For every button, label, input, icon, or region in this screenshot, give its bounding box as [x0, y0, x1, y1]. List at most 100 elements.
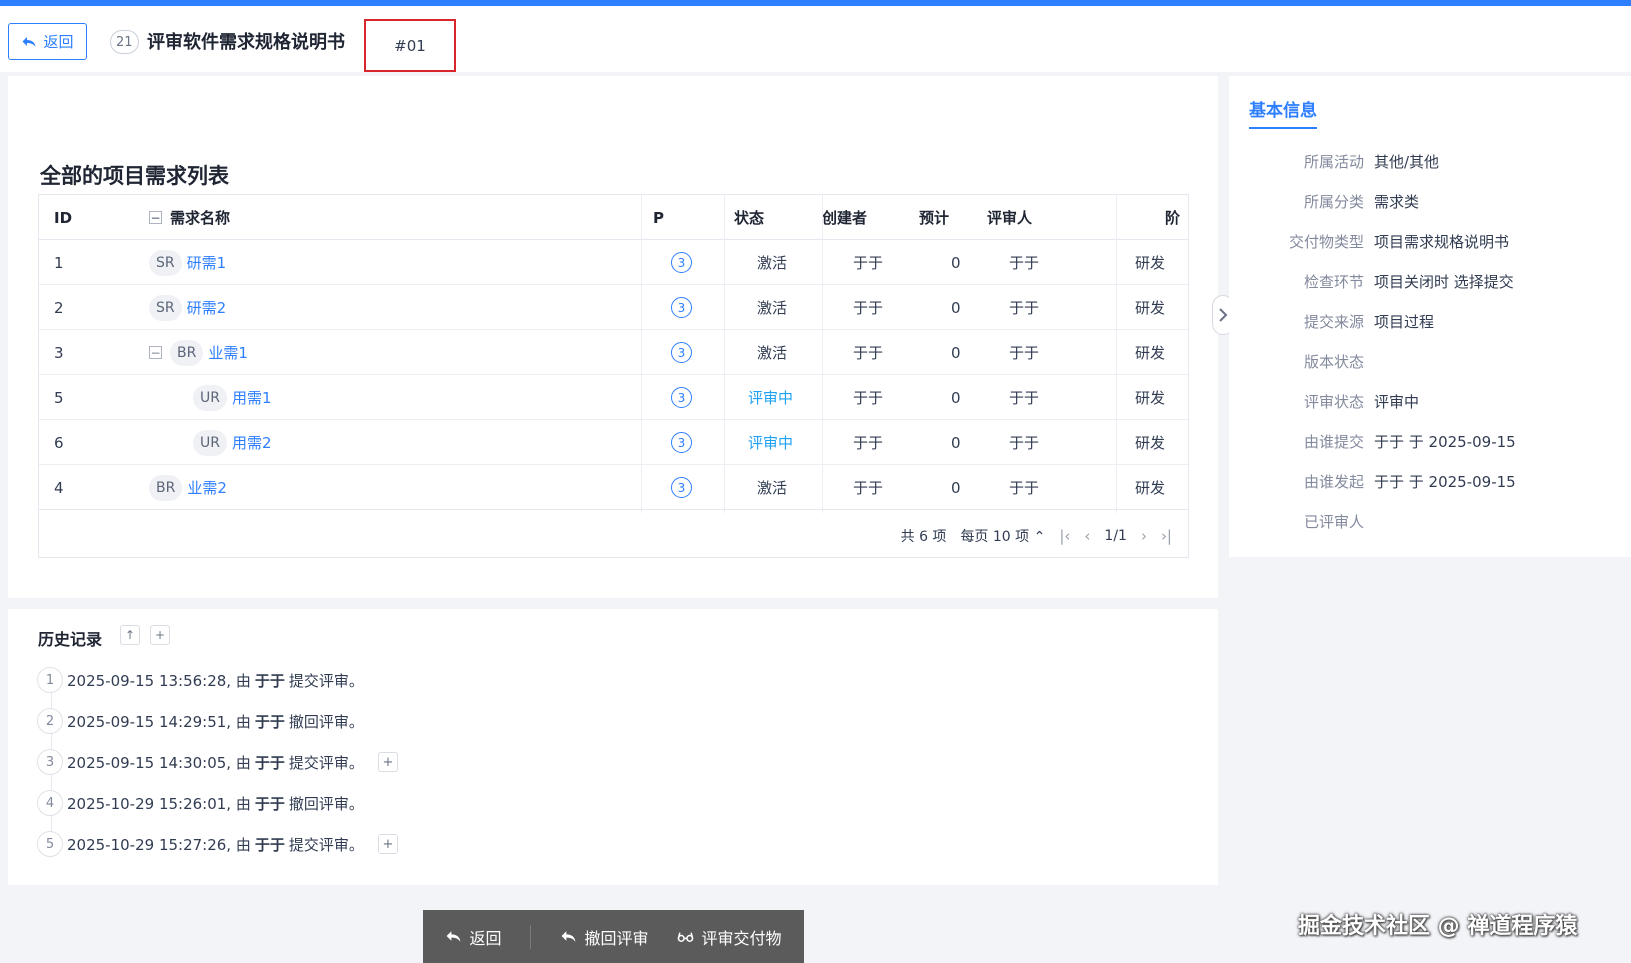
info-label: 所属活动	[1303, 153, 1364, 171]
info-row: 提交来源 项目过程	[1229, 311, 1631, 335]
row-stage: 研发	[1135, 254, 1166, 272]
requirement-type-tag: BR	[149, 474, 183, 501]
glasses-icon	[678, 932, 694, 942]
row-name: UR 用需1	[193, 375, 272, 420]
bottom-back-label: 返回	[469, 928, 502, 948]
row-id: 5	[54, 388, 64, 407]
col-header-estimate[interactable]: 预计	[919, 195, 949, 240]
requirement-link[interactable]: 业需1	[208, 342, 248, 363]
row-estimate: 0	[951, 253, 961, 272]
history-action: 撤回评审。	[288, 712, 364, 731]
info-value: 需求类	[1374, 193, 1420, 211]
table-row[interactable]: 3 − BR 业需1 3 激活 于于 0 于于 研发	[39, 330, 1188, 375]
row-creator: 于于	[853, 254, 884, 272]
row-pri: 3	[671, 465, 692, 510]
row-id: 1	[54, 253, 64, 272]
last-page-icon[interactable]: ›|	[1161, 527, 1172, 545]
row-stage: 研发	[1135, 299, 1166, 317]
prev-page-icon[interactable]: ‹	[1084, 527, 1090, 545]
row-reviewer: 于于	[1009, 254, 1040, 272]
requirement-type-tag: UR	[193, 384, 227, 411]
info-value: 项目过程	[1374, 313, 1435, 331]
requirement-link[interactable]: 业需2	[187, 477, 227, 498]
review-deliverable-button[interactable]: 评审交付物	[677, 925, 781, 949]
table-row[interactable]: 1 SR 研需1 3 激活 于于 0 于于 研发	[39, 240, 1188, 285]
requirement-link[interactable]: 研需1	[187, 252, 227, 273]
chevron-right-icon	[1219, 308, 1228, 322]
table-row[interactable]: 6 UR 用需2 3 评审中 于于 0 于于 研发	[39, 420, 1188, 465]
expand-all-icon[interactable]: +	[150, 625, 170, 645]
info-label: 检查环节	[1303, 273, 1364, 291]
row-status: 评审中	[748, 434, 794, 452]
info-row: 评审状态 评审中	[1229, 391, 1631, 415]
history-title: 历史记录	[38, 630, 103, 649]
history-number: 1	[37, 667, 63, 693]
row-creator: 于于	[853, 479, 884, 497]
requirement-link[interactable]: 用需2	[232, 432, 272, 453]
table-row[interactable]: 5 UR 用需1 3 评审中 于于 0 于于 研发	[39, 375, 1188, 420]
pager-page: 1/1	[1104, 528, 1127, 544]
row-name: UR 用需2	[193, 420, 272, 465]
table-row[interactable]: 4 BR 业需2 3 激活 于于 0 于于 研发	[39, 465, 1188, 510]
col-header-name[interactable]: − 需求名称	[149, 195, 230, 240]
requirement-type-tag: BR	[170, 339, 204, 366]
history-time: 2025-09-15 14:30:05, 由	[67, 753, 251, 772]
row-stage: 研发	[1135, 389, 1166, 407]
history-item: 1 2025-09-15 13:56:28, 由 于于 提交评审。	[37, 665, 364, 695]
back-button[interactable]: 返回	[8, 23, 87, 60]
row-id: 4	[54, 478, 64, 497]
history-action: 撤回评审。	[288, 794, 364, 813]
info-row: 由谁发起 于于 于 2025-09-15	[1229, 471, 1631, 495]
info-row: 所属活动 其他/其他	[1229, 151, 1631, 175]
withdraw-review-label: 撤回评审	[584, 928, 649, 948]
row-name: BR 业需2	[149, 465, 227, 510]
sort-up-icon[interactable]: ↑	[120, 625, 140, 645]
col-header-stage[interactable]: 阶	[1165, 195, 1180, 240]
info-row: 版本状态	[1229, 351, 1631, 375]
version-label: #01	[364, 19, 456, 72]
row-status: 激活	[757, 254, 788, 272]
row-stage: 研发	[1135, 479, 1166, 497]
info-row: 由谁提交 于于 于 2025-09-15	[1229, 431, 1631, 455]
history-user: 于于	[254, 753, 285, 772]
collapse-icon[interactable]: −	[149, 346, 162, 359]
requirement-link[interactable]: 用需1	[232, 387, 272, 408]
withdraw-review-button[interactable]: 撤回评审	[560, 925, 648, 949]
info-row: 交付物类型 项目需求规格说明书	[1229, 231, 1631, 255]
table-row[interactable]: 2 SR 研需2 3 激活 于于 0 于于 研发	[39, 285, 1188, 330]
row-estimate: 0	[951, 343, 961, 362]
col-header-status[interactable]: 状态	[734, 195, 764, 240]
row-name: SR 研需1	[149, 240, 226, 285]
page-title: 评审软件需求规格说明书	[147, 32, 345, 53]
pager-per-page[interactable]: 每页 10 项 ⌃	[960, 526, 1045, 546]
row-reviewer: 于于	[1009, 299, 1040, 317]
expand-icon[interactable]: +	[377, 752, 398, 772]
priority-badge: 3	[671, 387, 692, 408]
row-pri: 3	[671, 420, 692, 465]
bottom-back-button[interactable]: 返回	[445, 925, 502, 949]
info-value: 项目需求规格说明书	[1374, 233, 1510, 251]
info-label: 由谁发起	[1303, 473, 1364, 491]
col-header-reviewer[interactable]: 评审人	[987, 195, 1032, 240]
info-value: 评审中	[1374, 393, 1420, 411]
row-pri: 3	[671, 240, 692, 285]
pagination: 共 6 项 每页 10 项 ⌃ |‹ ‹ 1/1 › ›|	[39, 513, 1188, 557]
requirement-link[interactable]: 研需2	[187, 297, 227, 318]
history-user: 于于	[254, 794, 285, 813]
expand-icon[interactable]: +	[377, 834, 398, 854]
next-page-icon[interactable]: ›	[1141, 527, 1147, 545]
collapse-all-icon[interactable]: −	[149, 211, 162, 224]
first-page-icon[interactable]: |‹	[1059, 527, 1070, 545]
col-header-creator[interactable]: 创建者	[822, 195, 867, 240]
row-stage: 研发	[1135, 344, 1166, 362]
history-number: 4	[37, 790, 63, 816]
info-value: 于于 于 2025-09-15	[1374, 433, 1516, 451]
info-row: 已评审人	[1229, 511, 1631, 535]
back-arrow-icon	[22, 36, 36, 47]
col-header-id[interactable]: ID	[54, 195, 72, 240]
tab-basic-info[interactable]: 基本信息	[1249, 96, 1317, 129]
history-item: 4 2025-10-29 15:26:01, 由 于于 撤回评审。	[37, 788, 364, 818]
col-header-pri[interactable]: P	[653, 195, 664, 240]
info-label: 提交来源	[1303, 313, 1364, 331]
history-user: 于于	[254, 671, 285, 690]
